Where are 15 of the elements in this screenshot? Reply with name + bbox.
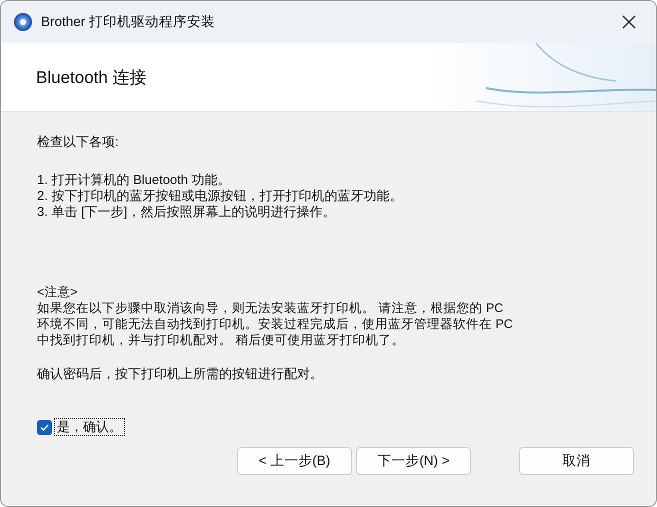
confirm-text: 确认密码后，按下打印机上所需的按钮进行配对。	[37, 366, 324, 382]
note-text: 中找到打印机，并与打印机配对。 稍后便可使用蓝牙打印机了。	[37, 332, 406, 348]
note-text: 环境不同，可能无法自动找到打印机。安装过程完成后，使用蓝牙管理器软件在 PC	[37, 316, 514, 332]
window-title: Brother 打印机驱动程序安装	[41, 13, 216, 31]
note-text: 如果您在以下步骤中取消该向导，则无法安装蓝牙打印机。 请注意，根据您的 PC	[37, 300, 504, 316]
instruction-text: 检查以下各项:	[37, 134, 120, 150]
nav-button[interactable]: < 上一步(B)	[237, 447, 352, 475]
app-icon	[13, 12, 33, 32]
note-heading: <注意>	[37, 284, 79, 300]
step-text: 3. 单击 [下一步]，然后按照屏幕上的说明进行操作。	[37, 204, 336, 220]
step-text: 2. 按下打印机的蓝牙按钮或电源按钮，打开打印机的蓝牙功能。	[37, 188, 404, 204]
page-heading: Bluetooth 连接	[36, 66, 147, 88]
cancel-button[interactable]: 取消	[519, 447, 634, 475]
nav-button[interactable]: 下一步(N) >	[356, 447, 471, 475]
step-text: 1. 打开计算机的 Bluetooth 功能。	[37, 172, 232, 188]
